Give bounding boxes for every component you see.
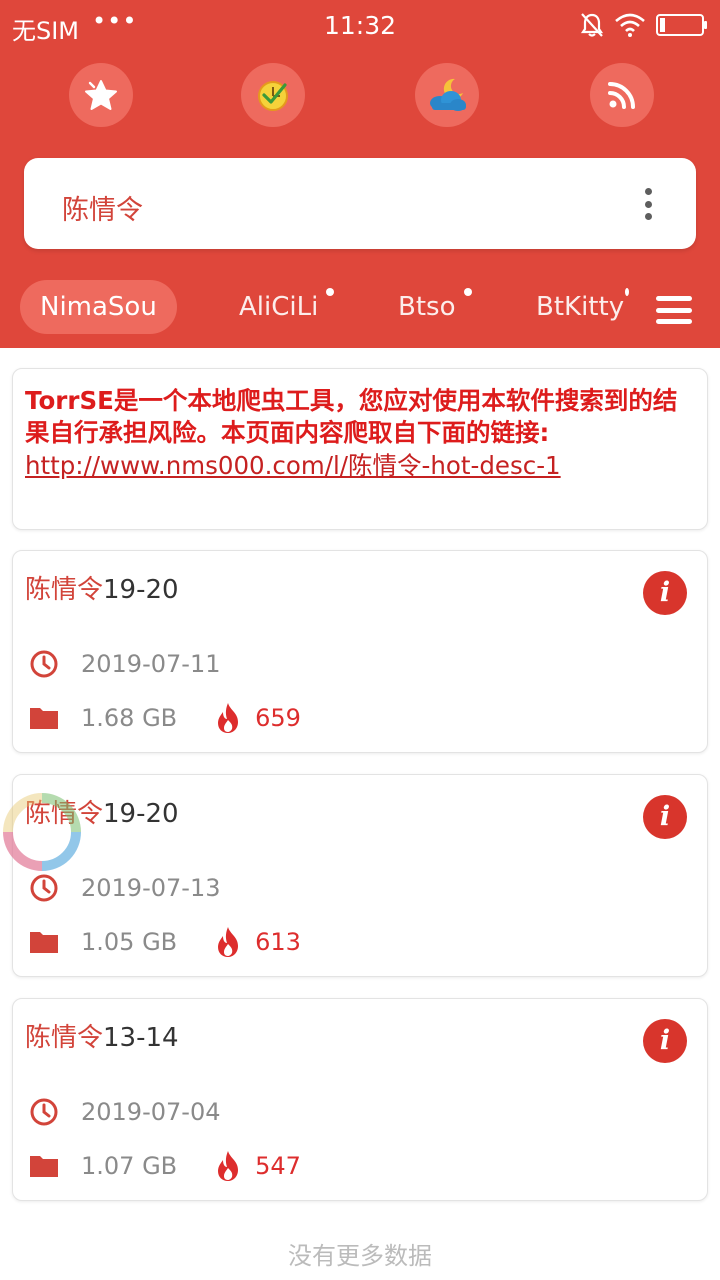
result-size: 1.68 GB	[81, 704, 178, 732]
loading-spinner-icon	[3, 793, 81, 871]
result-title-keyword: 陈情令	[25, 1023, 104, 1053]
menu-line	[656, 319, 692, 324]
rss-button[interactable]	[590, 63, 654, 127]
result-date: 2019-07-13	[81, 874, 221, 902]
clock-icon	[29, 1097, 59, 1127]
info-button[interactable]: i	[643, 1019, 687, 1063]
tab-nimasou[interactable]: NimaSou	[20, 280, 177, 334]
result-heat: 547	[213, 1151, 301, 1181]
rss-icon	[608, 82, 635, 109]
result-date-row: 2019-07-13	[29, 873, 220, 903]
flame-icon	[213, 927, 243, 957]
search-query[interactable]: 陈情令	[62, 188, 143, 227]
menu-line	[656, 296, 692, 301]
tab-btkitty[interactable]: BtKitty	[536, 280, 624, 334]
clock-icon	[29, 873, 59, 903]
clock-check-icon	[258, 81, 288, 111]
flame-icon	[213, 703, 243, 733]
mute-bell-icon	[580, 13, 604, 37]
disclaimer-card: TorrSE是一个本地爬虫工具，您应对使用本软件搜索到的结果自行承担风险。本页面…	[12, 368, 708, 530]
result-card[interactable]: 陈情令13-14 i 2019-07-04 1.07 GB 547	[12, 998, 708, 1201]
tab-btso-badge	[464, 288, 472, 296]
result-heat: 613	[213, 927, 301, 957]
info-button[interactable]: i	[643, 571, 687, 615]
favorites-button[interactable]	[69, 63, 133, 127]
engine-tabs: NimaSou AliCiLi Btso BtKitty	[0, 280, 720, 340]
result-size: 1.05 GB	[81, 928, 178, 956]
result-heat-count: 659	[255, 704, 301, 732]
star-icon	[85, 80, 117, 110]
result-size: 1.07 GB	[81, 1152, 178, 1180]
wifi-icon	[615, 13, 645, 37]
result-meta-row: 1.07 GB 547	[29, 1151, 301, 1181]
result-date: 2019-07-11	[81, 650, 221, 678]
menu-button[interactable]	[656, 296, 692, 324]
source-link[interactable]: http://www.nms000.com/l/陈情令-hot-desc-1	[25, 449, 695, 483]
result-heat-count: 547	[255, 1152, 301, 1180]
result-card[interactable]: 陈情令19-20 i 2019-07-13 1.05 GB 613	[12, 774, 708, 977]
result-heat: 659	[213, 703, 301, 733]
tab-alicili[interactable]: AliCiLi	[239, 280, 318, 334]
result-title-rest: 13-14	[103, 1023, 179, 1053]
more-dot	[644, 188, 652, 195]
flame-icon	[213, 1151, 243, 1181]
folder-icon	[29, 703, 59, 733]
result-title-rest: 19-20	[103, 575, 179, 605]
result-date: 2019-07-04	[81, 1098, 221, 1126]
result-title: 陈情令13-14	[25, 1017, 179, 1054]
result-date-row: 2019-07-11	[29, 649, 220, 679]
search-box[interactable]: 陈情令	[24, 158, 696, 249]
more-dot	[644, 200, 652, 208]
tab-btso[interactable]: Btso	[398, 280, 455, 334]
status-icons	[580, 12, 708, 38]
no-more-data-label: 没有更多数据	[288, 1242, 432, 1270]
more-options-button[interactable]	[640, 188, 656, 220]
disclaimer-text: TorrSE是一个本地爬虫工具，您应对使用本软件搜索到的结果自行承担风险。本页面…	[25, 386, 678, 447]
result-meta-row: 1.68 GB 659	[29, 703, 301, 733]
night-mode-button[interactable]	[415, 63, 479, 127]
tab-btkitty-badge	[625, 288, 629, 296]
result-date-row: 2019-07-04	[29, 1097, 220, 1127]
more-dot	[644, 213, 652, 220]
result-title-rest: 19-20	[103, 799, 179, 829]
history-button[interactable]	[241, 63, 305, 127]
night-cloud-icon	[430, 78, 466, 111]
result-title-keyword: 陈情令	[25, 575, 104, 605]
result-title: 陈情令19-20	[25, 569, 179, 606]
tab-alicili-badge	[326, 288, 334, 296]
folder-icon	[29, 927, 59, 957]
folder-icon	[29, 1151, 59, 1181]
result-meta-row: 1.05 GB 613	[29, 927, 301, 957]
app-header: 无SIM ••• 11:32 陈情令 NimaSou AliCiLi Btso …	[0, 0, 720, 348]
battery-icon	[656, 14, 707, 36]
status-bar: 无SIM ••• 11:32	[0, 0, 720, 52]
menu-line	[656, 307, 692, 313]
result-card[interactable]: 陈情令19-20 i 2019-07-11 1.68 GB 659	[12, 550, 708, 753]
clock-icon	[29, 649, 59, 679]
info-button[interactable]: i	[643, 795, 687, 839]
result-heat-count: 613	[255, 928, 301, 956]
